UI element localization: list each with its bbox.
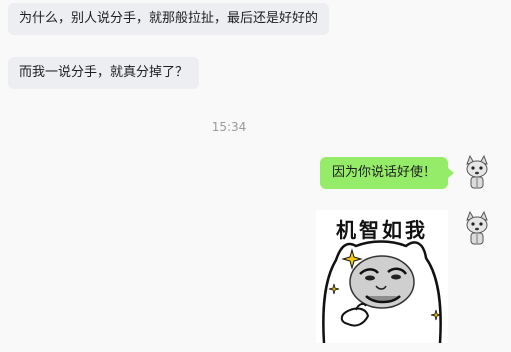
chat-window: 为什么，别人说分手，就那般拉扯，最后还是好好的 而我一说分手，就真分掉了？ 15… bbox=[0, 0, 511, 352]
outgoing-message-bubble[interactable]: 因为你说话好使！ bbox=[319, 157, 455, 189]
incoming-message-bubble[interactable]: 为什么，别人说分手，就那般拉扯，最后还是好好的 bbox=[8, 3, 330, 35]
wolf-avatar-icon bbox=[466, 210, 488, 245]
avatar[interactable] bbox=[462, 210, 492, 246]
sticker-caption: 机智如我 bbox=[336, 218, 428, 242]
wolf-avatar-icon bbox=[466, 154, 488, 189]
avatar[interactable] bbox=[462, 154, 492, 190]
sticker-image[interactable]: 机智如我 bbox=[316, 210, 448, 343]
incoming-message-bubble[interactable]: 而我一说分手，就真分掉了？ bbox=[8, 57, 200, 89]
message-timestamp: 15:34 bbox=[211, 120, 247, 134]
